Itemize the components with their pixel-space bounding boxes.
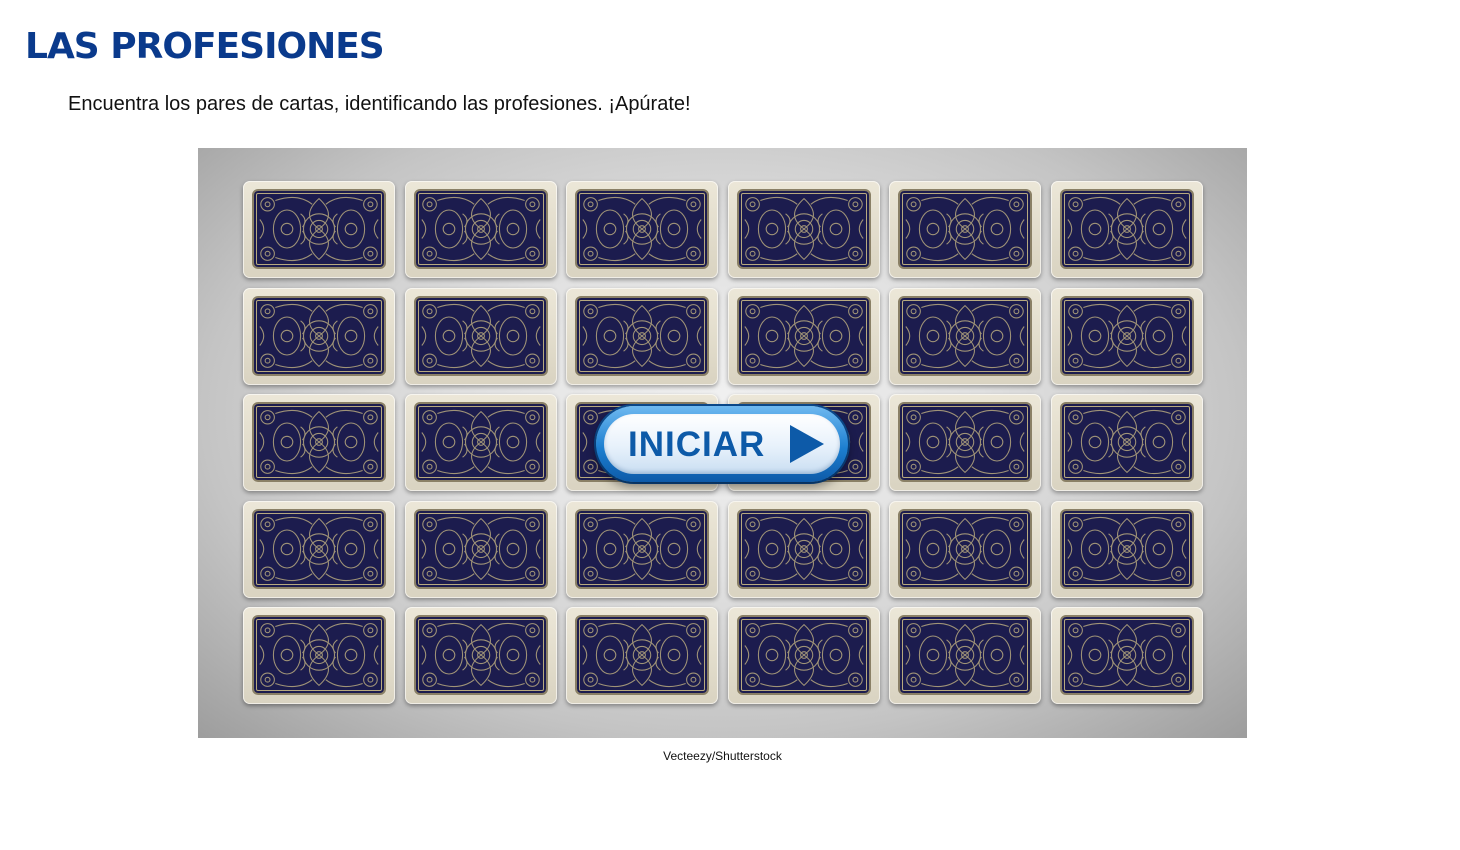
card-back-pattern-icon (413, 189, 548, 269)
card-back-pattern-icon (1059, 615, 1194, 696)
card-back-pattern-icon (1059, 508, 1194, 589)
card-back-pattern-icon (898, 189, 1033, 269)
image-credit: Vecteezy/Shutterstock (663, 749, 782, 763)
memory-card[interactable] (1050, 500, 1203, 598)
memory-card[interactable] (566, 500, 719, 598)
card-back-pattern-icon (575, 189, 710, 269)
card-back-pattern-icon (252, 189, 386, 269)
memory-card[interactable] (243, 287, 395, 385)
activity-page: LAS PROFESIONES Encuentra los pares de c… (0, 0, 1460, 850)
memory-card[interactable] (243, 500, 395, 598)
start-button-label: INICIAR (628, 425, 766, 464)
memory-card[interactable] (404, 394, 557, 492)
card-back-pattern-icon (1059, 402, 1194, 483)
memory-card[interactable] (727, 287, 880, 385)
card-back-pattern-icon (413, 615, 548, 696)
memory-card[interactable] (566, 287, 719, 385)
card-back-pattern-icon (898, 402, 1033, 483)
start-button[interactable]: INICIAR (596, 406, 848, 482)
card-back-pattern-icon (575, 615, 710, 696)
card-back-pattern-icon (1059, 295, 1194, 376)
card-back-pattern-icon (252, 295, 386, 376)
memory-card[interactable] (889, 500, 1042, 598)
card-back-pattern-icon (898, 615, 1033, 696)
memory-card[interactable] (889, 287, 1042, 385)
card-back-pattern-icon (575, 295, 710, 376)
play-icon (790, 425, 824, 463)
memory-card[interactable] (404, 181, 557, 278)
card-back-pattern-icon (252, 615, 386, 696)
card-back-pattern-icon (413, 508, 548, 589)
card-back-pattern-icon (252, 402, 386, 483)
memory-card[interactable] (889, 181, 1042, 278)
card-back-pattern-icon (736, 508, 871, 589)
card-back-pattern-icon (898, 295, 1033, 376)
card-back-pattern-icon (1059, 189, 1194, 269)
card-back-pattern-icon (413, 295, 548, 376)
card-back-pattern-icon (736, 189, 871, 269)
memory-card[interactable] (1050, 181, 1203, 278)
memory-card[interactable] (243, 394, 395, 492)
memory-card[interactable] (566, 607, 719, 705)
memory-card[interactable] (243, 607, 395, 705)
memory-card[interactable] (566, 181, 719, 278)
memory-card[interactable] (243, 181, 395, 278)
memory-card[interactable] (404, 287, 557, 385)
start-button-face: INICIAR (604, 414, 840, 474)
card-back-pattern-icon (736, 295, 871, 376)
memory-card[interactable] (404, 607, 557, 705)
memory-card[interactable] (1050, 394, 1203, 492)
memory-card[interactable] (727, 500, 880, 598)
card-back-pattern-icon (252, 508, 386, 589)
memory-game-board: INICIAR (198, 148, 1247, 738)
memory-card[interactable] (889, 607, 1042, 705)
memory-card[interactable] (1050, 607, 1203, 705)
page-title: LAS PROFESIONES (25, 26, 385, 67)
instructions-text: Encuentra los pares de cartas, identific… (68, 93, 691, 115)
card-back-pattern-icon (736, 615, 871, 696)
memory-card[interactable] (727, 181, 880, 278)
memory-card[interactable] (404, 500, 557, 598)
memory-card[interactable] (1050, 287, 1203, 385)
memory-card[interactable] (889, 394, 1042, 492)
memory-card[interactable] (727, 607, 880, 705)
card-back-pattern-icon (898, 508, 1033, 589)
card-back-pattern-icon (575, 508, 710, 589)
card-back-pattern-icon (413, 402, 548, 483)
